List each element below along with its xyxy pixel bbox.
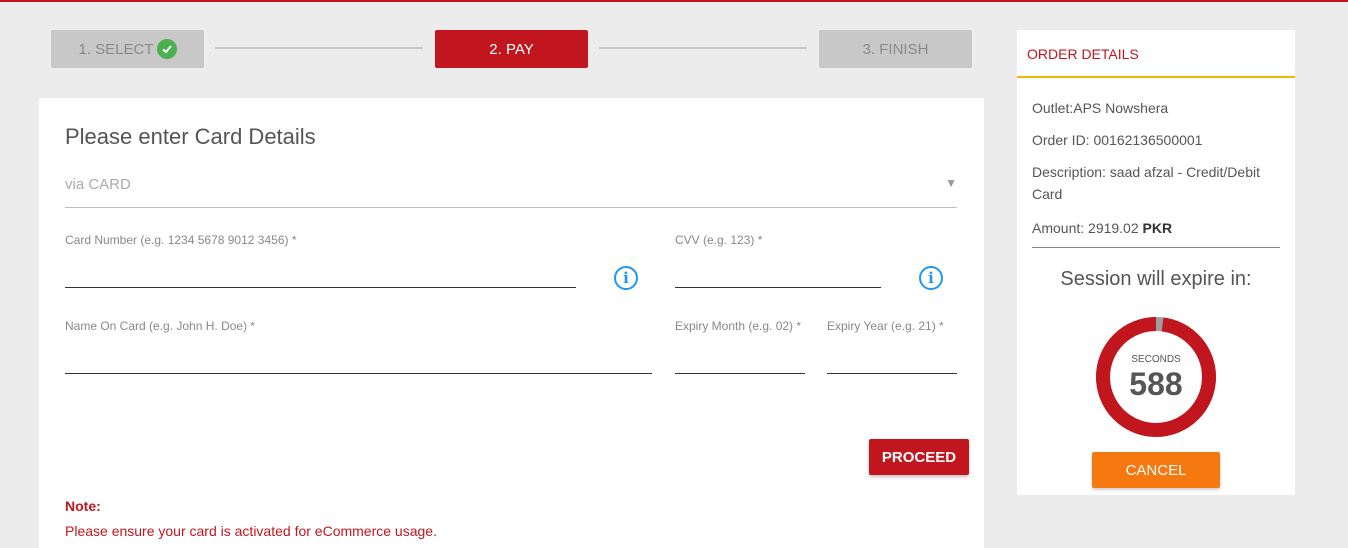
caret-down-icon: ▼ <box>945 176 957 190</box>
order-divider <box>1032 247 1280 248</box>
payment-method-select[interactable]: via CARD ▼ <box>65 174 957 208</box>
name-on-card-input[interactable] <box>65 373 652 374</box>
cvv-input[interactable] <box>675 287 881 288</box>
expiry-year-label: Expiry Year (e.g. 21) * <box>827 319 944 333</box>
order-amount-currency: PKR <box>1142 220 1173 236</box>
seconds-label: SECONDS <box>1131 354 1181 365</box>
card-number-label: Card Number (e.g. 1234 5678 9012 3456) * <box>65 233 297 247</box>
check-circle-icon <box>156 39 177 59</box>
payment-method-value: via CARD <box>65 176 131 193</box>
cancel-button[interactable]: CANCEL <box>1092 452 1220 488</box>
step-pay: 2. PAY <box>435 30 588 68</box>
step-select: 1. SELECT <box>51 30 204 68</box>
order-amount-value: Amount: 2919.02 <box>1032 220 1143 236</box>
top-accent-line <box>0 0 1348 2</box>
expiry-month-label: Expiry Month (e.g. 02) * <box>675 319 802 333</box>
proceed-button[interactable]: PROCEED <box>869 439 969 475</box>
step-finish: 3. FINISH <box>819 30 972 68</box>
info-icon[interactable]: i <box>614 266 638 290</box>
step-select-label: 1. SELECT <box>78 40 154 58</box>
order-outlet: Outlet:APS Nowshera <box>1032 100 1169 116</box>
card-number-input[interactable] <box>65 287 576 288</box>
note-text: Please ensure your card is activated for… <box>65 523 437 539</box>
step-connector <box>215 47 423 49</box>
order-details-panel: ORDER DETAILS Outlet:APS Nowshera Order … <box>1017 30 1295 495</box>
seconds-value: 588 <box>1129 366 1183 402</box>
order-details-header: ORDER DETAILS <box>1017 30 1295 78</box>
step-finish-label: 3. FINISH <box>862 40 929 58</box>
info-icon[interactable]: i <box>919 266 943 290</box>
step-connector <box>599 47 807 49</box>
session-expiry-text: Session will expire in: <box>1060 268 1252 290</box>
expiry-year-input[interactable] <box>827 373 957 374</box>
note-title: Note: <box>65 498 101 514</box>
expiry-month-input[interactable] <box>675 373 805 374</box>
order-description: Description: saad afzal - Credit/Debit C… <box>1032 164 1260 202</box>
card-details-panel: Please enter Card Details via CARD ▼ Car… <box>39 98 984 548</box>
step-pay-label: 2. PAY <box>489 40 534 58</box>
name-on-card-label: Name On Card (e.g. John H. Doe) * <box>65 319 256 333</box>
card-details-title: Please enter Card Details <box>65 124 316 149</box>
order-amount: Amount: 2919.02 PKR <box>1032 217 1282 239</box>
order-id: Order ID: 00162136500001 <box>1032 132 1203 148</box>
cvv-label: CVV (e.g. 123) * <box>675 233 763 247</box>
